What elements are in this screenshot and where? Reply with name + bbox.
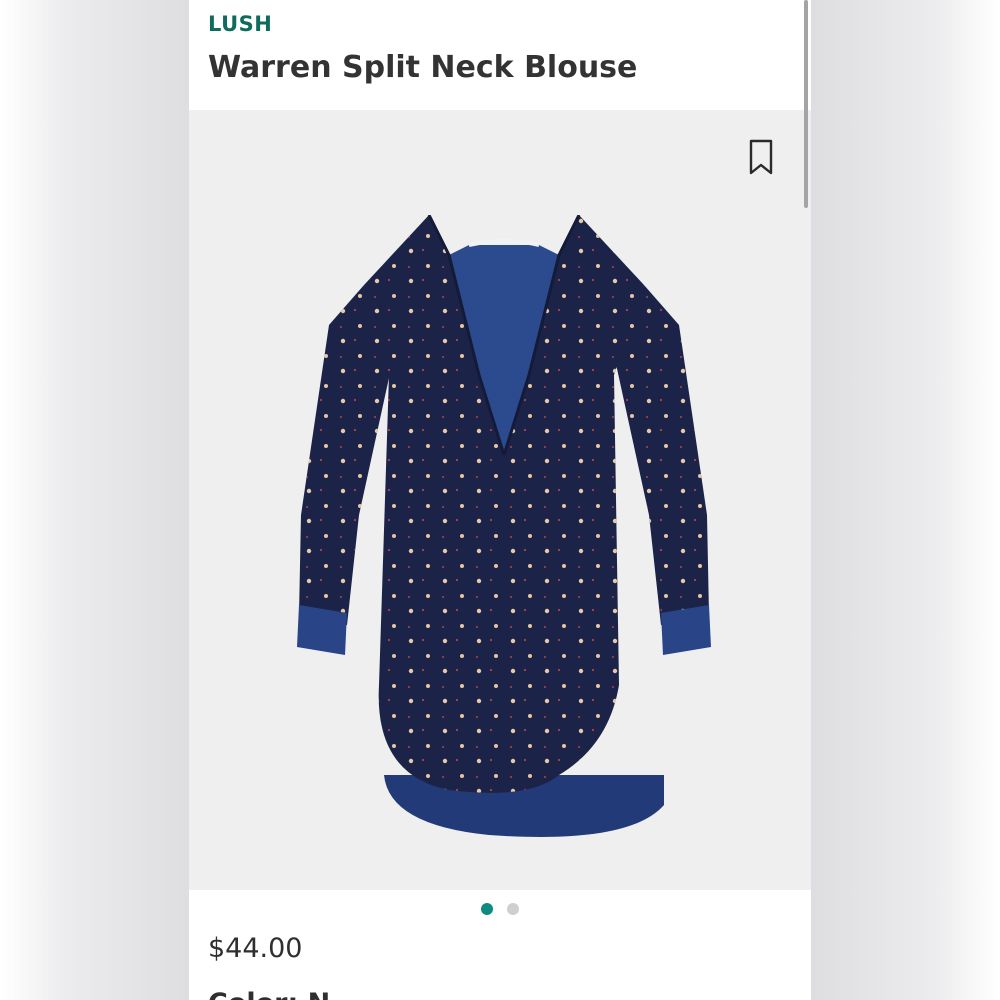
- product-price: $44.00: [208, 933, 303, 964]
- pagination-dot-2[interactable]: [507, 903, 519, 915]
- brand-name[interactable]: LUSH: [208, 12, 272, 36]
- color-label: Color: N: [208, 988, 330, 1000]
- bookmark-icon[interactable]: [747, 139, 775, 175]
- background-left: [0, 0, 189, 1000]
- scrollbar[interactable]: [804, 0, 808, 208]
- pagination-dot-1[interactable]: [481, 903, 493, 915]
- product-image-panel[interactable]: [189, 110, 811, 890]
- product-title: Warren Split Neck Blouse: [208, 50, 638, 85]
- background-right: [811, 0, 1000, 1000]
- image-pagination: [189, 903, 811, 919]
- product-image: [297, 215, 711, 837]
- product-detail-screen: LUSH Warren Split Neck Blouse $44.00: [189, 0, 811, 1000]
